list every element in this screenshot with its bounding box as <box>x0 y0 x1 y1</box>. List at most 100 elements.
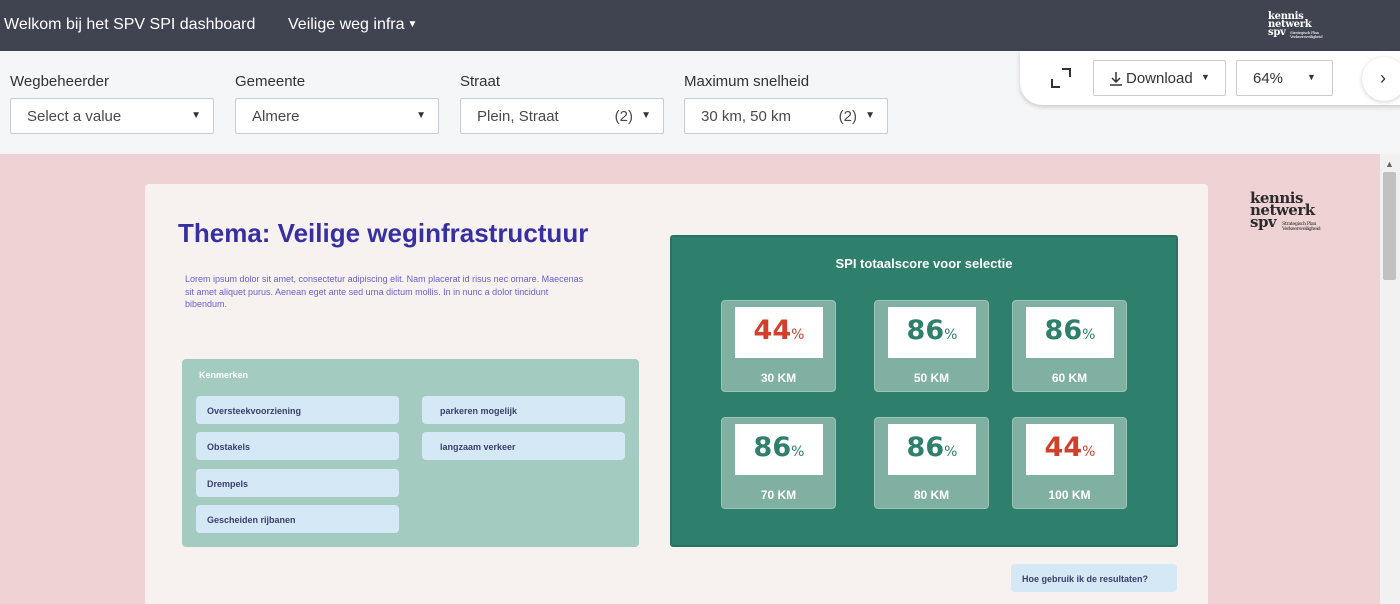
filter-label: Straat <box>460 73 501 90</box>
score-unit: % <box>944 444 958 460</box>
score-tile-100km[interactable]: 44% 100 KM <box>1012 417 1127 509</box>
top-bar: Welkom bij het SPV SPI dashboard Veilige… <box>0 0 1400 51</box>
score-number: 86 <box>906 432 945 463</box>
score-tile-30km[interactable]: 44% 30 KM <box>721 300 836 392</box>
kennisnetwerk-logo: kennis netwerk spv Strategisch Plan Verk… <box>1268 12 1323 39</box>
filter-maximum-snelheid: Maximum snelheid 30 km, 50 km (2) ▼ <box>684 73 888 134</box>
score-value: 86% <box>735 432 823 463</box>
fullscreen-icon[interactable] <box>1050 67 1072 89</box>
score-number: 86 <box>906 315 945 346</box>
filter-label: Maximum snelheid <box>684 73 810 90</box>
score-number: 44 <box>1044 432 1083 463</box>
score-unit: % <box>791 444 805 460</box>
kenmerk-gescheiden-rijbanen[interactable]: Gescheiden rijbanen <box>196 505 399 533</box>
zoom-value: 64% <box>1253 70 1284 87</box>
score-tile-60km[interactable]: 86% 60 KM <box>1012 300 1127 392</box>
filter-count: (2) <box>838 108 857 125</box>
kenmerk-parkeren-mogelijk[interactable]: parkeren mogelijk <box>422 396 625 424</box>
score-box: 86% <box>888 424 976 475</box>
kenmerk-label: Obstakels <box>207 442 251 452</box>
kenmerk-label: langzaam verkeer <box>440 442 516 452</box>
score-tile-80km[interactable]: 86% 80 KM <box>874 417 989 509</box>
caret-down-icon: ▼ <box>641 110 651 121</box>
kenmerk-label: Gescheiden rijbanen <box>207 515 296 525</box>
score-label: 30 KM <box>760 371 797 385</box>
caret-down-icon: ▼ <box>407 19 418 30</box>
scroll-up-icon[interactable]: ▲ <box>1385 159 1394 169</box>
straat-dropdown[interactable]: Plein, Straat (2) ▼ <box>460 98 664 134</box>
score-value: 86% <box>1026 315 1114 346</box>
score-value: 86% <box>888 315 976 346</box>
filter-value: Plein, Straat <box>477 108 559 125</box>
kenmerken-panel: Kenmerken Oversteekvoorziening Obstakels… <box>182 359 639 547</box>
score-value: 44% <box>1026 432 1114 463</box>
score-unit: % <box>944 327 958 343</box>
score-unit: % <box>1082 327 1096 343</box>
chevron-right-icon: › <box>1380 68 1386 88</box>
score-box: 86% <box>735 424 823 475</box>
logo-subtitle: Strategisch Plan Verkeersveiligheid <box>1290 30 1323 39</box>
zoom-dropdown[interactable]: 64% ▼ <box>1236 60 1333 96</box>
score-box: 86% <box>1026 307 1114 358</box>
score-label: 70 KM <box>760 488 797 502</box>
score-number: 86 <box>753 432 792 463</box>
score-tile-50km[interactable]: 86% 50 KM <box>874 300 989 392</box>
maximum-snelheid-dropdown[interactable]: 30 km, 50 km (2) ▼ <box>684 98 888 134</box>
kenmerken-title: Kenmerken <box>199 370 249 380</box>
filter-straat: Straat Plein, Straat (2) ▼ <box>460 73 664 134</box>
help-results-button[interactable]: Hoe gebruik ik de resultaten? <box>1011 564 1177 592</box>
dashboard-selector[interactable]: Veilige weg infra ▼ <box>288 16 417 34</box>
spi-score-panel: SPI totaalscore voor selectie 44% 30 KM … <box>670 235 1178 547</box>
score-label: 50 KM <box>913 371 950 385</box>
download-label: Download <box>1126 70 1193 87</box>
filter-value: Select a value <box>27 108 122 125</box>
viz-toolbar: Download ▼ 64% ▼ › <box>1020 51 1400 105</box>
filter-gemeente: Gemeente Almere ▼ <box>235 73 439 134</box>
dashboard-selector-label: Veilige weg infra <box>288 16 405 33</box>
dashboard-canvas: Thema: Veilige weginfrastructuur Lorem i… <box>0 154 1380 604</box>
score-unit: % <box>791 327 805 343</box>
logo-subtitle: Strategisch Plan Verkeersveiligheid <box>1282 221 1321 232</box>
kenmerk-label: Drempels <box>207 479 249 489</box>
kennisnetwerk-logo: kennis netwerk spv Strategisch Plan Verk… <box>1250 191 1330 232</box>
score-label: 60 KM <box>1051 371 1088 385</box>
app-title: Welkom bij het SPV SPI dashboard <box>4 16 256 33</box>
spi-title: SPI totaalscore voor selectie <box>835 256 1013 271</box>
score-unit: % <box>1082 444 1096 460</box>
next-button[interactable]: › <box>1362 57 1400 101</box>
caret-down-icon: ▼ <box>865 110 875 121</box>
filter-label: Wegbeheerder <box>10 73 109 90</box>
caret-down-icon: ▼ <box>1307 72 1316 82</box>
caret-down-icon: ▼ <box>416 110 426 121</box>
filter-wegbeheerder: Wegbeheerder Select a value ▼ <box>10 73 214 134</box>
vertical-scrollbar[interactable]: ▲ <box>1380 154 1400 604</box>
dashboard-card: Thema: Veilige weginfrastructuur Lorem i… <box>145 184 1208 604</box>
score-number: 44 <box>753 315 792 346</box>
scroll-thumb[interactable] <box>1383 172 1396 280</box>
score-box: 44% <box>735 307 823 358</box>
kenmerk-oversteekvoorziening[interactable]: Oversteekvoorziening <box>196 396 399 424</box>
kenmerk-langzaam-verkeer[interactable]: langzaam verkeer <box>422 432 625 460</box>
download-icon <box>1110 72 1122 86</box>
filter-value: 30 km, 50 km <box>701 108 792 125</box>
theme-title: Thema: Veilige weginfrastructuur <box>178 218 589 248</box>
score-value: 86% <box>888 432 976 463</box>
score-tile-70km[interactable]: 86% 70 KM <box>721 417 836 509</box>
kenmerk-label: Oversteekvoorziening <box>207 406 302 416</box>
score-box: 44% <box>1026 424 1114 475</box>
filter-count: (2) <box>614 108 633 125</box>
wegbeheerder-dropdown[interactable]: Select a value ▼ <box>10 98 214 134</box>
caret-down-icon: ▼ <box>1201 72 1210 82</box>
kenmerk-obstakels[interactable]: Obstakels <box>196 432 399 460</box>
kenmerk-drempels[interactable]: Drempels <box>196 469 399 497</box>
score-box: 86% <box>888 307 976 358</box>
score-label: 80 KM <box>913 488 950 502</box>
kenmerk-label: parkeren mogelijk <box>440 406 518 416</box>
caret-down-icon: ▼ <box>191 110 201 121</box>
score-label: 100 KM <box>1048 488 1091 502</box>
help-results-label: Hoe gebruik ik de resultaten? <box>1022 574 1149 584</box>
description-text: Lorem ipsum dolor sit amet, consectetur … <box>185 274 584 309</box>
download-button[interactable]: Download ▼ <box>1093 60 1226 96</box>
score-number: 86 <box>1044 315 1083 346</box>
gemeente-dropdown[interactable]: Almere ▼ <box>235 98 439 134</box>
